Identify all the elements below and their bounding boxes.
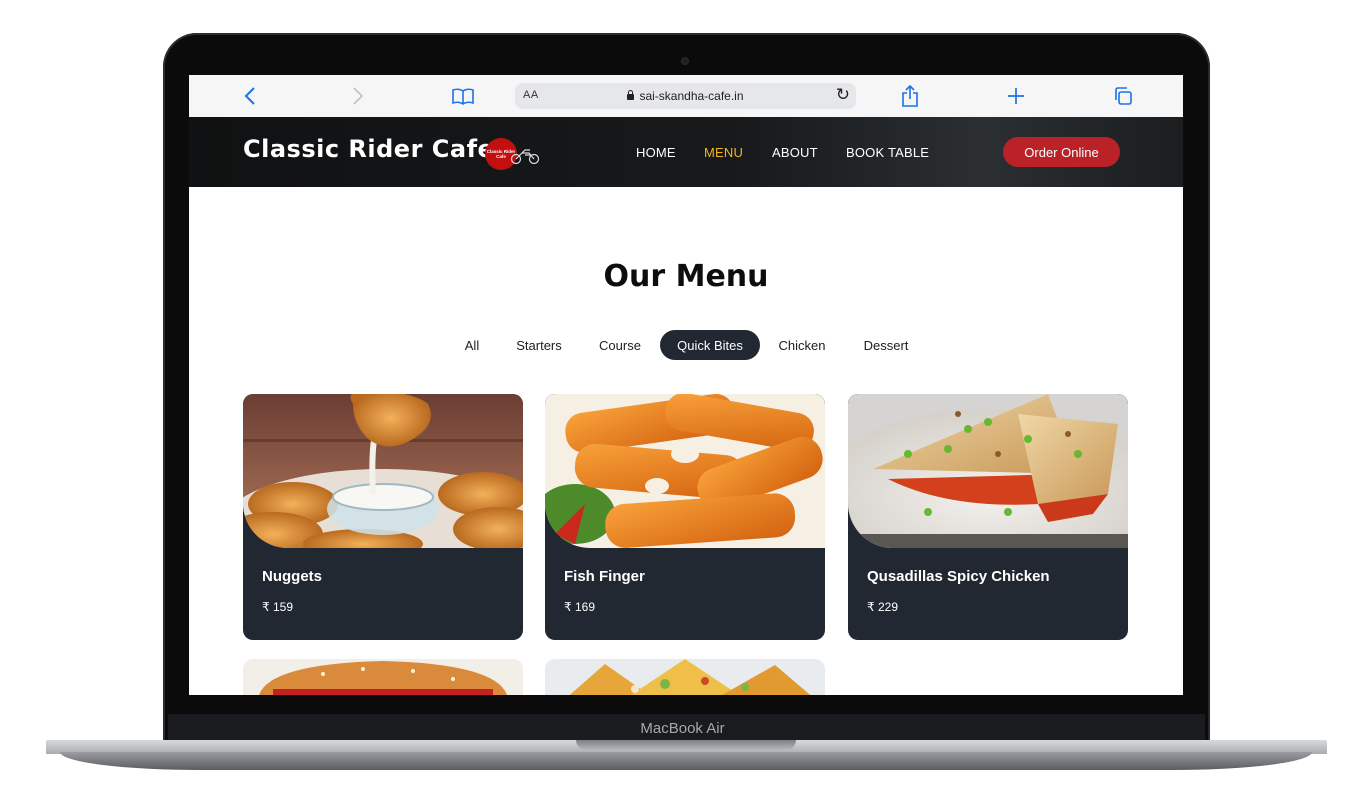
laptop-notch	[576, 740, 796, 750]
site-header: Classic Rider Cafe Classic Rider Cafe HO…	[189, 117, 1183, 187]
browser-toolbar: AA sai-skandha-cafe.in ↻	[189, 75, 1183, 118]
url-value: sai-skandha-cafe.in	[639, 89, 744, 103]
screen: AA sai-skandha-cafe.in ↻ Classic Rider C…	[189, 75, 1183, 695]
quesadilla-image	[848, 394, 1128, 548]
nav-about[interactable]: ABOUT	[772, 145, 818, 160]
laptop-base-bottom	[60, 752, 1312, 770]
nav-book-table[interactable]: BOOK TABLE	[846, 145, 929, 160]
forward-icon[interactable]	[347, 81, 369, 111]
burger-image[interactable]	[243, 659, 523, 695]
nuggets-image	[243, 394, 523, 548]
filter-course[interactable]: Course	[593, 330, 647, 360]
new-tab-icon[interactable]	[1005, 81, 1027, 111]
item-name: Qusadillas Spicy Chicken	[867, 568, 1050, 585]
filter-chicken[interactable]: Chicken	[774, 330, 830, 360]
menu-item-card[interactable]: Fish Finger ₹ 169	[545, 394, 825, 640]
menu-item-card[interactable]: Qusadillas Spicy Chicken ₹ 229	[848, 394, 1128, 640]
item-price: ₹ 229	[867, 600, 898, 614]
nachos-image[interactable]	[545, 659, 825, 695]
item-name: Nuggets	[262, 568, 322, 585]
tabs-overview-icon[interactable]	[1112, 81, 1134, 111]
filter-all[interactable]: All	[457, 330, 487, 360]
fish-finger-image	[545, 394, 825, 548]
lock-icon	[627, 90, 635, 100]
item-price: ₹ 169	[564, 600, 595, 614]
bookmarks-icon[interactable]	[451, 81, 475, 111]
cafe-logo[interactable]: Classic Rider Cafe	[485, 138, 543, 170]
camera	[682, 58, 688, 64]
filter-quick-bites[interactable]: Quick Bites	[660, 330, 760, 360]
motorbike-icon	[510, 149, 540, 164]
reload-icon[interactable]: ↻	[836, 85, 850, 105]
share-icon[interactable]	[899, 81, 921, 111]
address-bar[interactable]: AA sai-skandha-cafe.in ↻	[515, 83, 856, 109]
device-label: MacBook Air	[640, 720, 725, 737]
filter-starters[interactable]: Starters	[511, 330, 567, 360]
menu-item-card[interactable]: Nuggets ₹ 159	[243, 394, 523, 640]
url-text: sai-skandha-cafe.in	[515, 89, 856, 103]
filter-dessert[interactable]: Dessert	[857, 330, 915, 360]
nav-home[interactable]: HOME	[636, 145, 676, 160]
menu-filters: All Starters Course Quick Bites Chicken …	[189, 330, 1183, 360]
item-price: ₹ 159	[262, 600, 293, 614]
back-icon[interactable]	[239, 81, 261, 111]
nav-menu[interactable]: MENU	[704, 145, 743, 160]
item-name: Fish Finger	[564, 568, 645, 585]
order-online-button[interactable]: Order Online	[1003, 137, 1120, 167]
brand-name[interactable]: Classic Rider Cafe	[243, 135, 494, 163]
page-title: Our Menu	[603, 259, 769, 294]
